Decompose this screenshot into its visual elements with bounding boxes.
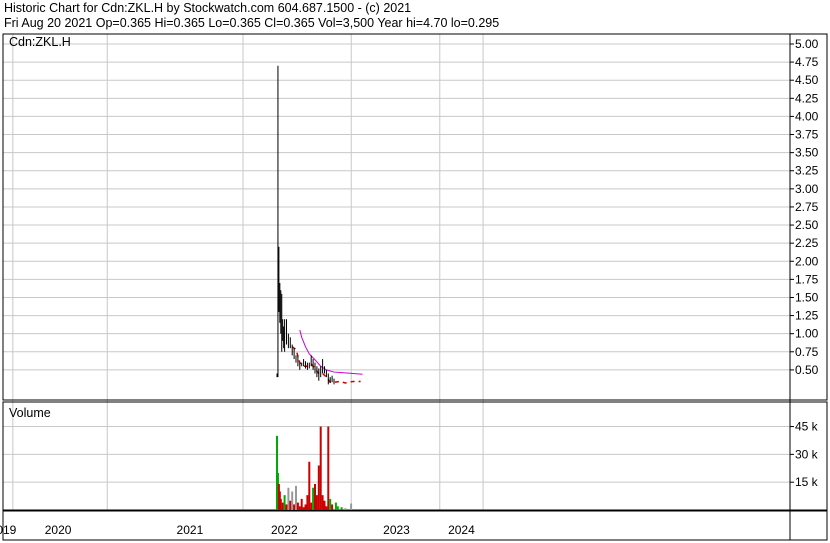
- price-tick-label: 1.25: [795, 309, 819, 323]
- volume-bar: [323, 500, 326, 510]
- volume-bar: [334, 502, 337, 510]
- year-label: 2019: [0, 523, 17, 537]
- chart-title-line: Historic Chart for Cdn:ZKL.H by Stockwat…: [4, 1, 412, 15]
- price-tick-label: 0.50: [795, 363, 819, 377]
- volume-bar: [325, 506, 328, 510]
- price-tick-label: 1.50: [795, 290, 819, 304]
- panel-frames: [2, 33, 828, 541]
- price-panel-frame: [2, 33, 828, 401]
- volume-bar: [281, 502, 284, 510]
- price-tick-label: 4.25: [795, 91, 819, 105]
- volume-bar: [298, 506, 301, 510]
- volume-bar: [289, 500, 292, 510]
- year-label: 2023: [383, 523, 410, 537]
- price-tick-label: 2.00: [795, 254, 819, 268]
- price-tick-label: 4.50: [795, 73, 819, 87]
- price-axis-ticks: 5.00 4.75 4.50 4.25 4.00 3.75 3.50 3.25 3.00 2.75…: [790, 37, 819, 377]
- price-tick-label: 1.00: [795, 327, 819, 341]
- volume-bar: [279, 498, 282, 510]
- volume-bar: [344, 508, 347, 510]
- volume-bars: [276, 426, 353, 510]
- year-label: 2021: [177, 523, 204, 537]
- volume-bar: [329, 498, 332, 510]
- volume-bar: [317, 465, 320, 510]
- price-panel-label: Cdn:ZKL.H: [9, 35, 71, 49]
- volume-bar: [304, 504, 307, 510]
- volume-bar: [319, 426, 322, 510]
- price-tick-label: 1.75: [795, 272, 819, 286]
- volume-bar: [350, 503, 353, 510]
- price-tick-label: 4.75: [795, 55, 819, 69]
- volume-bar: [285, 504, 288, 510]
- volume-bar: [315, 495, 318, 510]
- grid-lines: [3, 34, 790, 510]
- price-tick-label: 2.25: [795, 236, 819, 250]
- volume-bar: [287, 487, 290, 510]
- price-tick-label: 0.75: [795, 345, 819, 359]
- volume-tick-label: 15 k: [795, 475, 819, 489]
- chart-window: Historic Chart for Cdn:ZKL.H by Stockwat…: [0, 0, 830, 543]
- volume-bar: [295, 485, 297, 510]
- volume-bar: [293, 504, 296, 510]
- volume-bar: [283, 495, 286, 510]
- volume-bar: [310, 502, 313, 510]
- volume-bar: [312, 487, 315, 510]
- price-tick-label: 2.75: [795, 200, 819, 214]
- volume-bar: [321, 495, 324, 510]
- volume-bar: [336, 506, 339, 510]
- volume-panel-label: Volume: [9, 406, 51, 420]
- volume-bar: [314, 484, 316, 510]
- quote-summary-line: Fri Aug 20 2021 Op=0.365 Hi=0.365 Lo=0.3…: [4, 16, 500, 30]
- year-axis: 2019 2020 2021 2022 2023 2024: [0, 523, 475, 537]
- price-volume-chart: Cdn:ZKL.H 5.00 4.75 4.50 4.25 4.00 3.75 3.50 3.…: [0, 33, 828, 541]
- year-label: 2024: [448, 523, 475, 537]
- volume-bar: [300, 498, 303, 510]
- year-axis-frame: [2, 510, 828, 541]
- volume-bar: [340, 507, 343, 510]
- year-label: 2020: [45, 523, 72, 537]
- volume-bar: [291, 491, 294, 510]
- price-tick-label: 3.00: [795, 182, 819, 196]
- price-tick-label: 3.75: [795, 128, 819, 142]
- volume-panel-frame: [2, 401, 828, 511]
- volume-bar: [302, 507, 305, 510]
- price-tick-label: 3.25: [795, 164, 819, 178]
- price-tick-label: 2.50: [795, 218, 819, 232]
- volume-bar: [308, 461, 311, 510]
- volume-bar: [327, 426, 330, 510]
- price-tick-label: 4.00: [795, 109, 819, 123]
- volume-tick-label: 45 k: [795, 420, 819, 434]
- volume-axis-ticks: 45 k 30 k 15 k: [790, 420, 819, 489]
- price-tick-label: 3.50: [795, 146, 819, 160]
- volume-bar: [306, 495, 309, 510]
- year-label: 2022: [271, 523, 298, 537]
- volume-bar: [296, 502, 299, 510]
- volume-tick-label: 30 k: [795, 447, 819, 461]
- price-tick-label: 5.00: [795, 37, 819, 51]
- volume-bar: [331, 504, 334, 510]
